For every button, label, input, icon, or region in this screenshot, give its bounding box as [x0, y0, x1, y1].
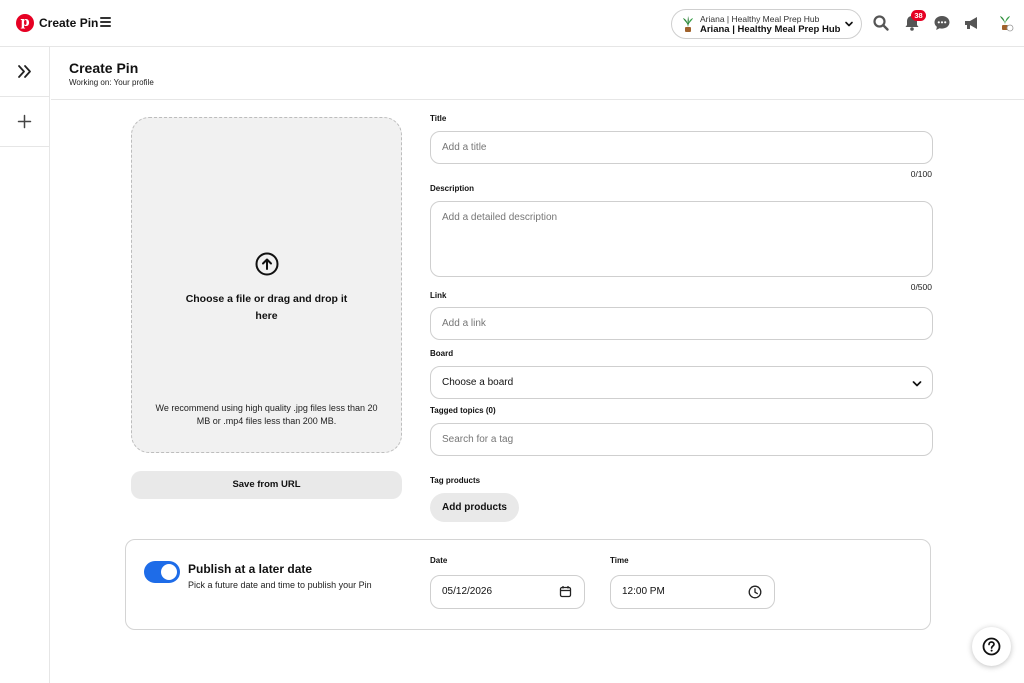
plus-icon — [17, 114, 32, 129]
description-input[interactable]: Add a detailed description — [430, 201, 933, 277]
app-title: Create Pin — [39, 16, 99, 30]
upload-arrow-icon — [255, 252, 279, 276]
time-value: 12:00 PM — [622, 586, 665, 597]
chevron-down-icon — [845, 21, 853, 27]
date-label: Date — [430, 556, 448, 565]
clock-icon — [748, 585, 762, 599]
publish-later-card: Publish at a later date Pick a future da… — [125, 539, 931, 630]
link-label: Link — [430, 291, 447, 300]
page-title: Create Pin — [69, 60, 139, 76]
help-button[interactable] — [972, 627, 1011, 666]
notification-badge: 38 — [911, 10, 926, 21]
save-from-url-button[interactable]: Save from URL — [131, 471, 402, 499]
upload-recommendation: We recommend using high quality .jpg fil… — [155, 403, 378, 426]
board-label: Board — [430, 349, 454, 358]
message-icon[interactable] — [933, 14, 951, 32]
time-field[interactable]: 12:00 PM — [610, 575, 775, 609]
board-select-value: Choose a board — [442, 377, 514, 388]
publish-later-subtitle: Pick a future date and time to publish y… — [188, 580, 372, 590]
board-select[interactable]: Choose a board — [430, 366, 933, 399]
calendar-icon — [559, 586, 572, 598]
tag-products-label: Tag products — [430, 476, 481, 485]
date-field[interactable]: 05/12/2026 — [430, 575, 585, 609]
tagged-topics-label: Tagged topics (0) — [430, 406, 496, 415]
create-new-button[interactable] — [0, 97, 49, 147]
publish-later-title: Publish at a later date — [188, 562, 313, 576]
expand-icon — [18, 65, 31, 78]
upload-prompt: Choose a file or drag and drop it here — [185, 293, 348, 322]
link-input[interactable]: Add a link — [430, 307, 933, 340]
title-input[interactable]: Add a title — [430, 131, 933, 164]
working-on-label: Working on: Your profile — [69, 78, 154, 87]
menu-icon[interactable] — [100, 17, 111, 27]
profile-avatar-icon[interactable] — [996, 14, 1014, 32]
search-icon[interactable] — [872, 14, 890, 32]
description-label: Description — [430, 184, 475, 193]
pinterest-logo[interactable]: p — [16, 14, 34, 32]
tag-search-input[interactable]: Search for a tag — [430, 423, 933, 456]
upload-dropzone[interactable]: Choose a file or drag and drop it here W… — [131, 117, 402, 453]
help-icon — [982, 637, 1001, 656]
date-value: 05/12/2026 — [442, 586, 493, 597]
account-name: Ariana | Healthy Meal Prep Hub — [700, 24, 841, 35]
expand-sidebar-button[interactable] — [0, 47, 49, 97]
plant-avatar-icon — [683, 16, 693, 32]
megaphone-icon[interactable] — [963, 14, 981, 32]
publish-later-toggle[interactable] — [144, 561, 180, 583]
time-label: Time — [610, 556, 629, 565]
account-name-small: Ariana | Healthy Meal Prep Hub — [700, 14, 820, 24]
page-header: Create Pin Working on: Your profile — [51, 47, 1024, 100]
title-counter: 0/100 — [910, 169, 932, 179]
top-bar: p Create Pin Ariana | Healthy Meal Prep … — [0, 0, 1024, 47]
account-switcher[interactable]: Ariana | Healthy Meal Prep Hub Ariana | … — [671, 9, 862, 39]
add-products-button[interactable]: Add products — [430, 493, 519, 522]
title-label: Title — [430, 114, 447, 123]
chevron-down-icon — [912, 381, 922, 387]
description-counter: 0/500 — [910, 282, 932, 292]
sidebar — [0, 47, 50, 683]
